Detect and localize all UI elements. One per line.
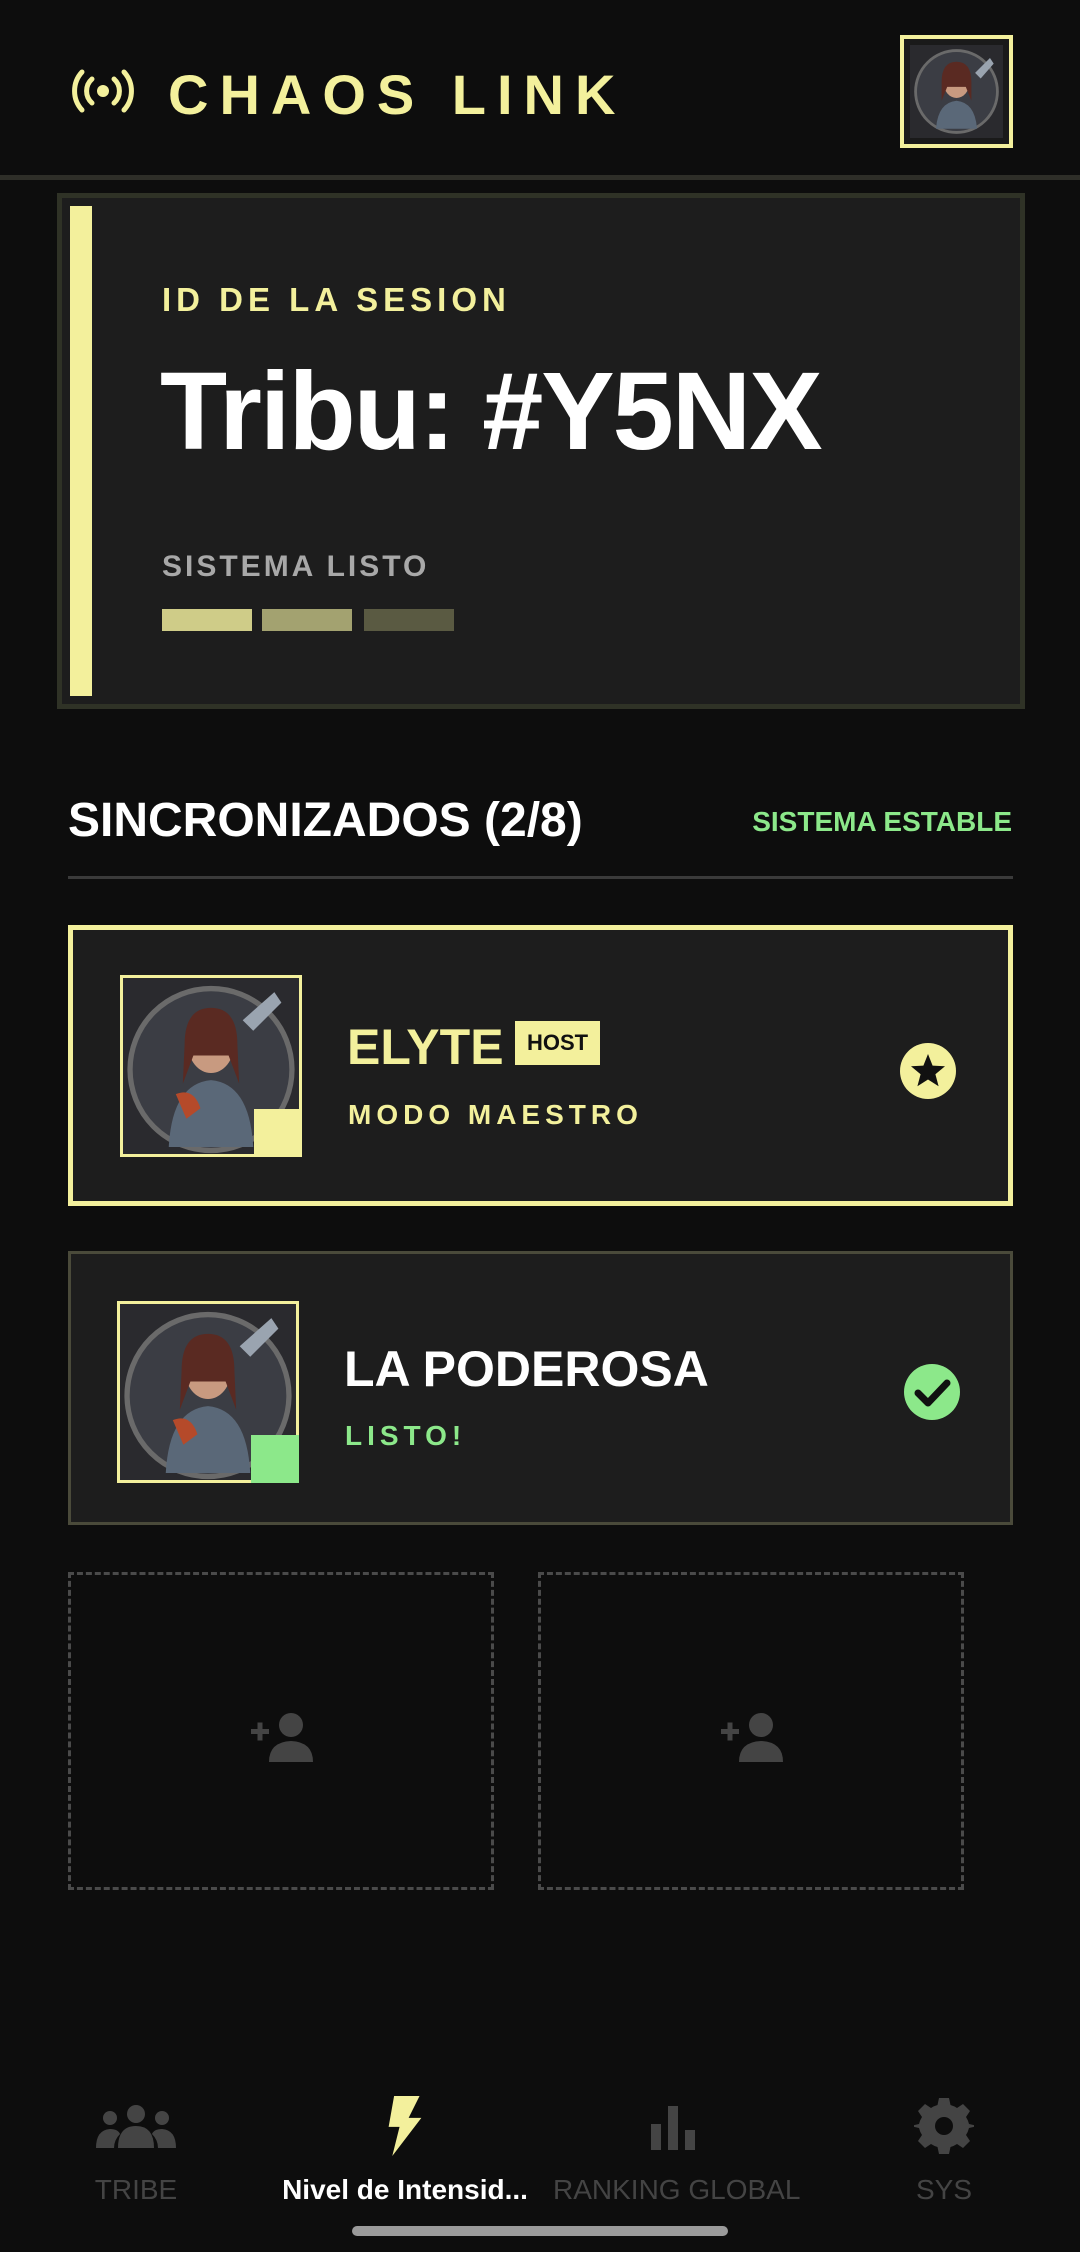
- member-avatar: [117, 1301, 299, 1483]
- star-icon: [900, 1043, 956, 1099]
- member-card-host[interactable]: ELYTE HOST MODO MAESTRO: [68, 925, 1013, 1206]
- nav-intensity[interactable]: Nivel de Intensid...: [280, 2096, 530, 2206]
- section-divider: [68, 876, 1013, 879]
- member-avatar: [120, 975, 302, 1157]
- bolt-icon: [388, 2096, 422, 2156]
- ready-marker: [251, 1435, 299, 1483]
- session-card: ID DE LA SESION Tribu: #Y5NX SISTEMA LIS…: [57, 193, 1025, 709]
- member-status: LISTO!: [345, 1420, 467, 1451]
- members-section-status: SISTEMA ESTABLE: [752, 806, 1012, 837]
- nav-label: RANKING GLOBAL: [553, 2174, 801, 2205]
- add-person-icon: [721, 1713, 783, 1762]
- member-role: MODO MAESTRO: [348, 1099, 643, 1130]
- home-indicator[interactable]: [352, 2226, 728, 2236]
- nav-label: Nivel de Intensid...: [282, 2174, 528, 2205]
- broadcast-icon: [72, 69, 134, 113]
- nav-label: TRIBE: [94, 2174, 178, 2205]
- bottom-navigation: TRIBE Nivel de Intensid... RANKING GLOBA…: [0, 2070, 1080, 2252]
- host-badge: HOST: [515, 1021, 601, 1065]
- nav-label: SYS: [915, 2174, 973, 2205]
- avatar: [910, 45, 1003, 138]
- session-label: ID DE LA SESION: [162, 281, 511, 318]
- member-name: ELYTE: [347, 1019, 504, 1075]
- members-section-title: SINCRONIZADOS (2/8): [68, 794, 583, 847]
- app-header: CHAOS LINK: [0, 0, 1080, 180]
- empty-slot-2[interactable]: [538, 1572, 964, 1890]
- group-icon: [96, 2105, 176, 2148]
- profile-avatar-button[interactable]: [900, 35, 1013, 148]
- empty-slot-1[interactable]: [68, 1572, 494, 1890]
- nav-sys[interactable]: SYS: [898, 2096, 990, 2206]
- member-name: LA PODEROSA: [344, 1341, 709, 1397]
- system-status: SISTEMA LISTO: [162, 550, 430, 583]
- status-bar-3: [364, 609, 454, 631]
- gear-icon: [914, 2098, 974, 2154]
- member-card-guest[interactable]: LA PODEROSA LISTO!: [68, 1251, 1013, 1525]
- bar-chart-icon: [651, 2106, 695, 2150]
- check-icon: [904, 1364, 960, 1420]
- nav-tribe[interactable]: TRIBE: [88, 2096, 184, 2206]
- session-id: Tribu: #Y5NX: [160, 350, 823, 473]
- add-person-icon: [251, 1713, 313, 1762]
- nav-ranking[interactable]: RANKING GLOBAL: [553, 2096, 801, 2206]
- role-marker: [254, 1109, 302, 1157]
- status-bar-2: [262, 609, 352, 631]
- status-bar-1: [162, 609, 252, 631]
- accent-bar: [70, 206, 92, 696]
- app-title: CHAOS LINK: [168, 63, 627, 126]
